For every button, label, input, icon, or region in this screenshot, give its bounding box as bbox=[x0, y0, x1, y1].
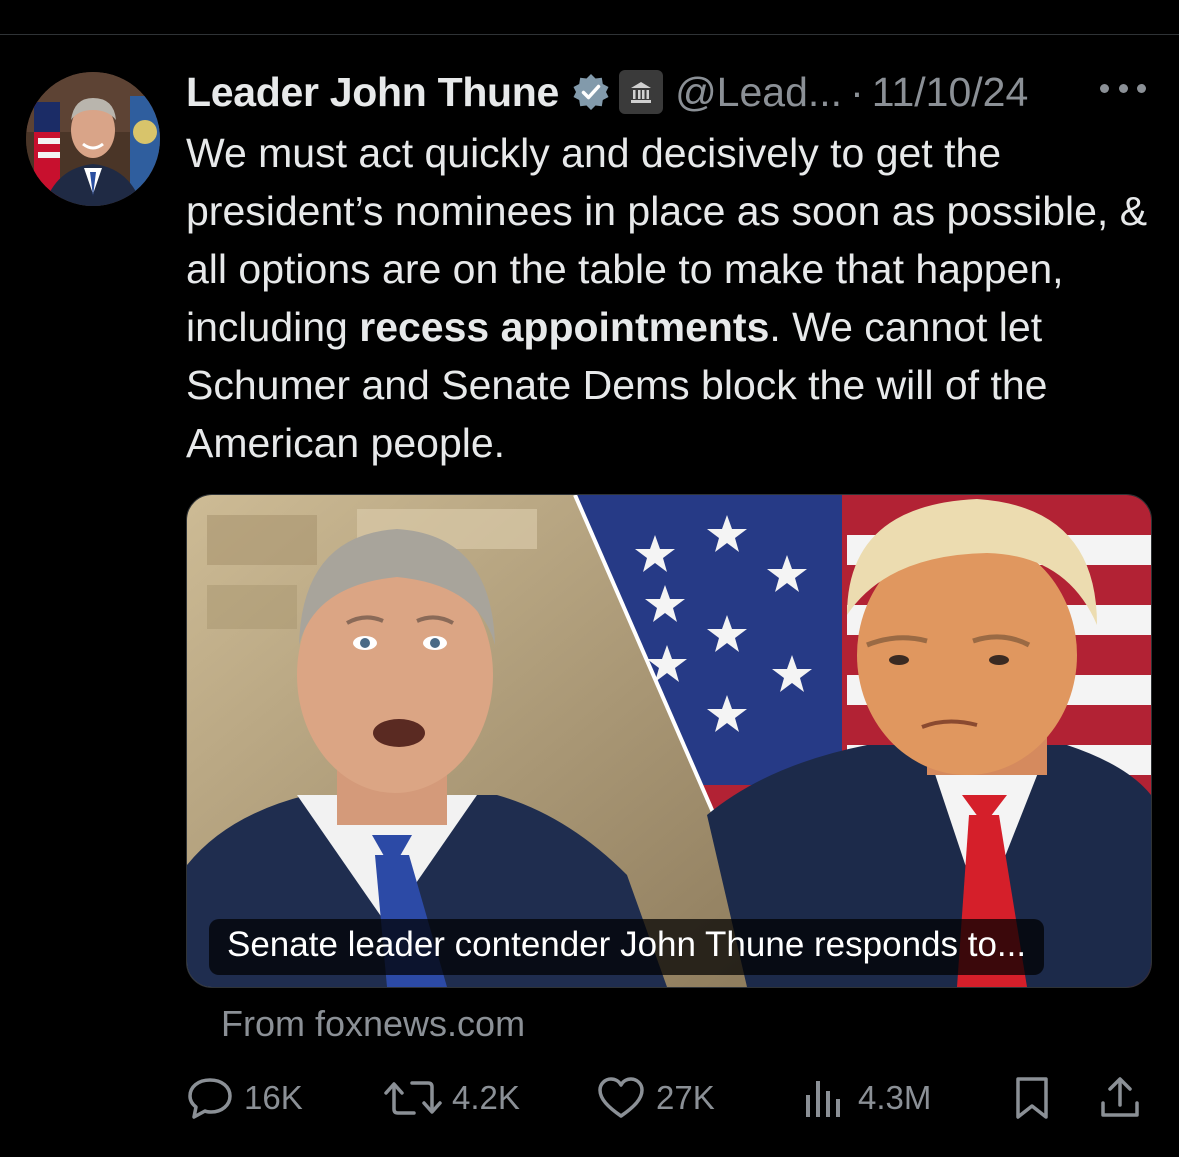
reply-count: 16K bbox=[244, 1079, 303, 1116]
bookmark-button[interactable] bbox=[1012, 1070, 1062, 1126]
tweet-header: Leader John Thune @Lead... · 11/10/24 bbox=[186, 64, 1146, 120]
link-preview-card[interactable]: Senate leader contender John Thune respo… bbox=[186, 494, 1152, 988]
repost-count: 4.2K bbox=[452, 1079, 520, 1116]
like-button[interactable]: 27K bbox=[596, 1070, 715, 1126]
card-image bbox=[187, 495, 1151, 987]
heart-icon bbox=[598, 1077, 644, 1118]
government-building-icon bbox=[619, 70, 664, 114]
tweet-text: We must act quickly and decisively to ge… bbox=[186, 124, 1161, 472]
views-bar-icon bbox=[806, 1081, 840, 1117]
author-handle[interactable]: @Lead... bbox=[675, 69, 842, 116]
author-name[interactable]: Leader John Thune bbox=[186, 69, 559, 116]
card-title: Senate leader contender John Thune respo… bbox=[209, 919, 1045, 975]
author-avatar[interactable] bbox=[26, 72, 160, 206]
header-separator: · bbox=[850, 68, 864, 115]
tweet-date[interactable]: 11/10/24 bbox=[872, 69, 1029, 116]
reply-icon bbox=[188, 1078, 232, 1119]
tweet-text-bold: recess appointments bbox=[359, 304, 770, 350]
repost-button[interactable]: 4.2K bbox=[384, 1070, 520, 1126]
share-icon bbox=[1101, 1077, 1139, 1117]
bookmark-icon bbox=[1016, 1077, 1048, 1119]
verified-badge-icon bbox=[571, 72, 611, 112]
repost-icon bbox=[384, 1081, 442, 1115]
more-dots-icon[interactable] bbox=[1100, 68, 1146, 108]
action-bar: 16K 4.2K 27K 4.3M bbox=[186, 1070, 1146, 1126]
like-count: 27K bbox=[656, 1079, 715, 1116]
views-button[interactable]: 4.3M bbox=[800, 1070, 931, 1126]
top-divider bbox=[0, 34, 1179, 35]
views-count: 4.3M bbox=[858, 1079, 932, 1116]
reply-button[interactable]: 16K bbox=[186, 1070, 303, 1126]
share-button[interactable] bbox=[1098, 1070, 1152, 1126]
card-source[interactable]: From foxnews.com bbox=[221, 1003, 525, 1045]
